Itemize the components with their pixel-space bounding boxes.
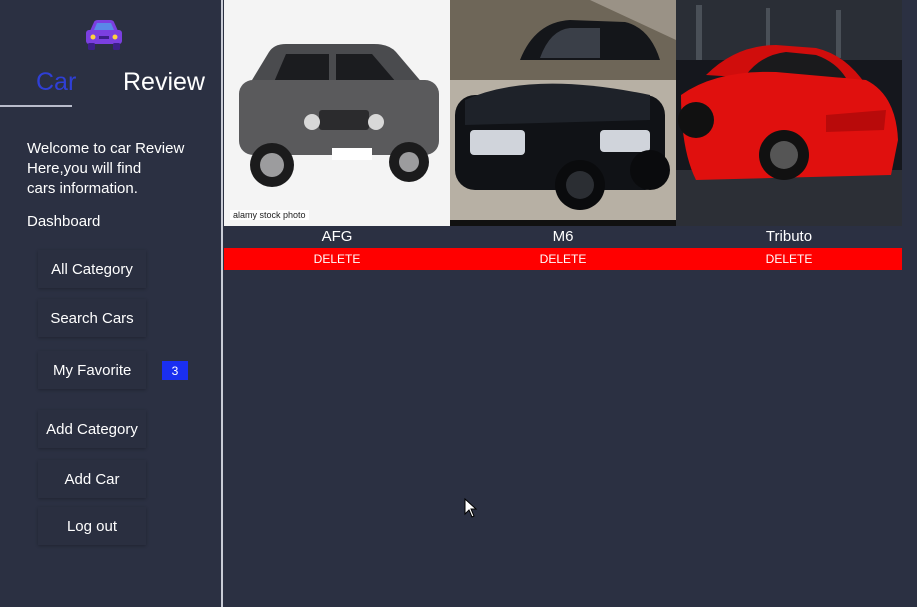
car-image[interactable]: [676, 0, 902, 226]
car-name: M6: [552, 228, 574, 245]
sidebar-divider: [221, 0, 223, 607]
dashboard-heading: Dashboard: [27, 213, 101, 230]
brand-car-tab[interactable]: Car: [36, 68, 76, 97]
delete-button[interactable]: DELETE: [676, 248, 902, 270]
car-name: AFG: [321, 228, 353, 245]
log-out-button[interactable]: Log out: [38, 507, 146, 545]
welcome-line-3: cars information.: [27, 180, 138, 197]
car-card: M6 DELETE: [450, 0, 676, 272]
add-car-button[interactable]: Add Car: [38, 460, 146, 498]
add-category-button[interactable]: Add Category: [38, 410, 146, 448]
car-name: Tributo: [765, 228, 813, 245]
car-card: Tributo DELETE: [676, 0, 902, 272]
car-image[interactable]: alamy stock photo: [224, 0, 450, 226]
car-image[interactable]: [450, 0, 676, 226]
search-cars-button[interactable]: Search Cars: [38, 299, 146, 337]
photo-watermark: alamy stock photo: [230, 210, 309, 220]
car-logo-icon: [86, 20, 122, 50]
sports-car-icon: [676, 0, 902, 226]
delete-button[interactable]: DELETE: [224, 248, 450, 270]
all-category-button[interactable]: All Category: [38, 250, 146, 288]
welcome-line-2: Here,you will find: [27, 160, 142, 177]
welcome-text: Welcome to car Review Here,you will find…: [27, 139, 207, 199]
suv-car-icon: [224, 0, 450, 226]
car-card: alamy stock photo AFG DELETE: [224, 0, 450, 272]
welcome-line-1: Welcome to car Review: [27, 140, 185, 157]
active-tab-underline: [0, 105, 72, 107]
sidebar: Car Review Welcome to car Review Here,yo…: [0, 0, 221, 607]
brand-review-tab[interactable]: Review: [123, 68, 205, 97]
my-favorite-button[interactable]: My Favorite: [38, 351, 146, 389]
mouse-pointer-icon: [464, 498, 478, 518]
sedan-car-icon: [450, 0, 676, 226]
favorite-count-badge: 3: [162, 361, 188, 380]
delete-button[interactable]: DELETE: [450, 248, 676, 270]
